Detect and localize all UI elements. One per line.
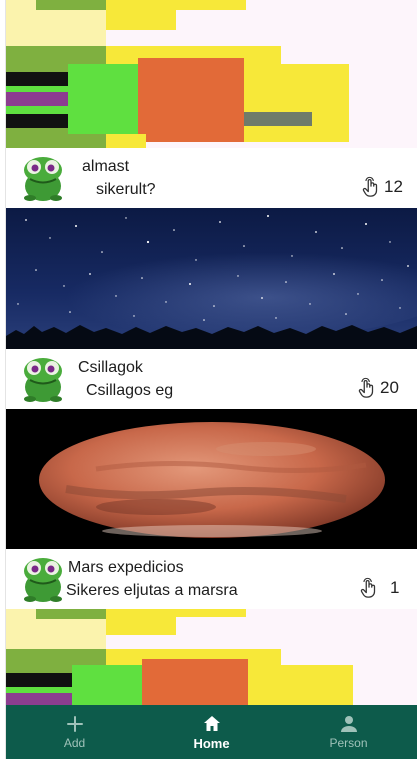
frog-avatar-icon [24,558,62,602]
nav-person-button[interactable]: Person [280,705,417,759]
home-icon [203,715,220,731]
post-body: Csillagos eg [86,382,174,399]
like-count: 20 [380,378,399,397]
frog-avatar-icon [24,358,62,402]
post-row[interactable]: Mars expedicios Sikeres eljutas a marsra… [6,549,417,609]
hand-tap-icon [358,377,374,398]
frog-avatar-icon [24,157,62,201]
feed-screen: almast sikerult? 12 Csillagok Csillagos … [6,0,417,759]
nav-label: Add [63,736,86,750]
person-icon [340,716,357,732]
post-image-abstract-top[interactable] [6,0,417,148]
like-button[interactable]: 12 [360,176,403,198]
post-title: almast [82,158,130,175]
mars-planet-image [6,409,417,549]
hand-tap-icon [362,176,378,197]
nav-label: Person [329,736,368,750]
like-count: 1 [390,578,400,597]
nav-label: Home [193,735,230,751]
like-button[interactable]: 20 [356,377,399,399]
post-title: Csillagok [78,359,143,376]
starry-sky-image [6,208,417,349]
post-row[interactable]: Csillagok Csillagos eg 20 [6,349,417,409]
post-image-mars[interactable] [6,409,417,549]
like-button[interactable]: 1 [358,577,399,599]
post-image-abstract-bottom[interactable] [6,609,417,705]
post-image-starry-sky[interactable] [6,208,417,349]
plus-icon [66,716,83,732]
nav-home-button[interactable]: Home [143,705,280,759]
like-count: 12 [384,177,403,196]
post-body: Sikeres eljutas a marsra [66,582,238,599]
post-row[interactable]: almast sikerult? 12 [6,148,417,208]
post-body: sikerult? [96,181,156,198]
nav-add-button[interactable]: Add [6,705,143,759]
hand-tap-icon [360,577,376,598]
post-title: Mars expedicios [68,559,184,576]
bottom-navigation: Add Home Person [6,705,417,759]
